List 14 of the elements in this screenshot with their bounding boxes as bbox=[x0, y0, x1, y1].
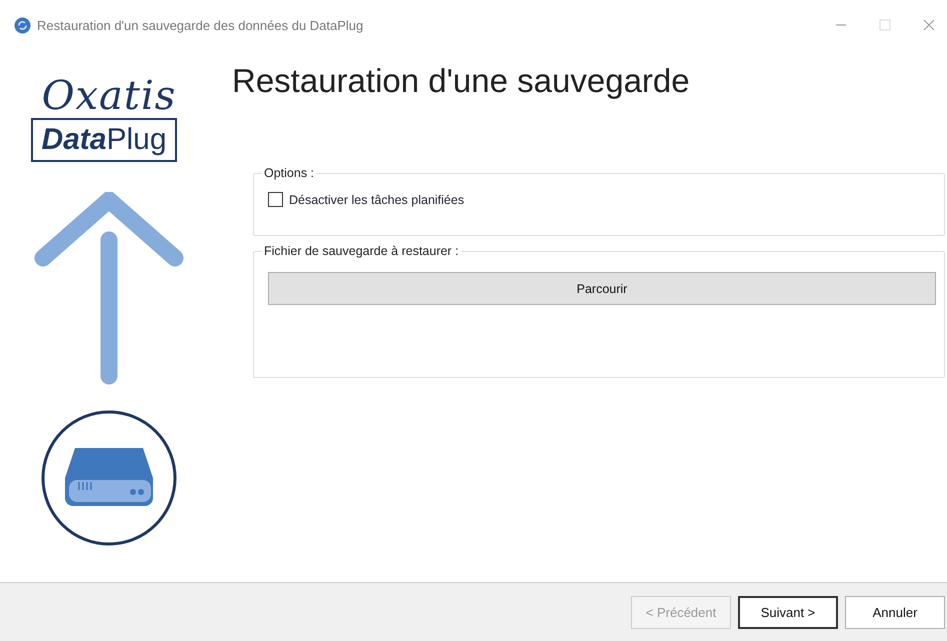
app-icon bbox=[14, 16, 31, 34]
checkbox-label: Désactiver les tâches planifiées bbox=[289, 192, 464, 206]
group-legend: Fichier de sauvegarde à restaurer : bbox=[262, 244, 461, 258]
wizard-button[interactable]: Annuler bbox=[845, 596, 945, 628]
group-legend: Options : bbox=[262, 166, 316, 180]
logo-wordmark: Oxatis bbox=[42, 74, 176, 118]
browse-button[interactable]: Parcourir bbox=[268, 272, 936, 305]
checkbox[interactable] bbox=[268, 192, 283, 207]
window-title: Restauration d'un sauvegarde des données du DataPlug bbox=[37, 18, 364, 32]
hard-drive-icon bbox=[41, 410, 177, 546]
page-heading: Restauration d'une sauvegarde bbox=[232, 62, 691, 100]
product-logo: DataPlug bbox=[31, 118, 177, 162]
wizard-button[interactable]: Suivant > bbox=[738, 596, 838, 628]
close-icon[interactable] bbox=[923, 19, 935, 31]
